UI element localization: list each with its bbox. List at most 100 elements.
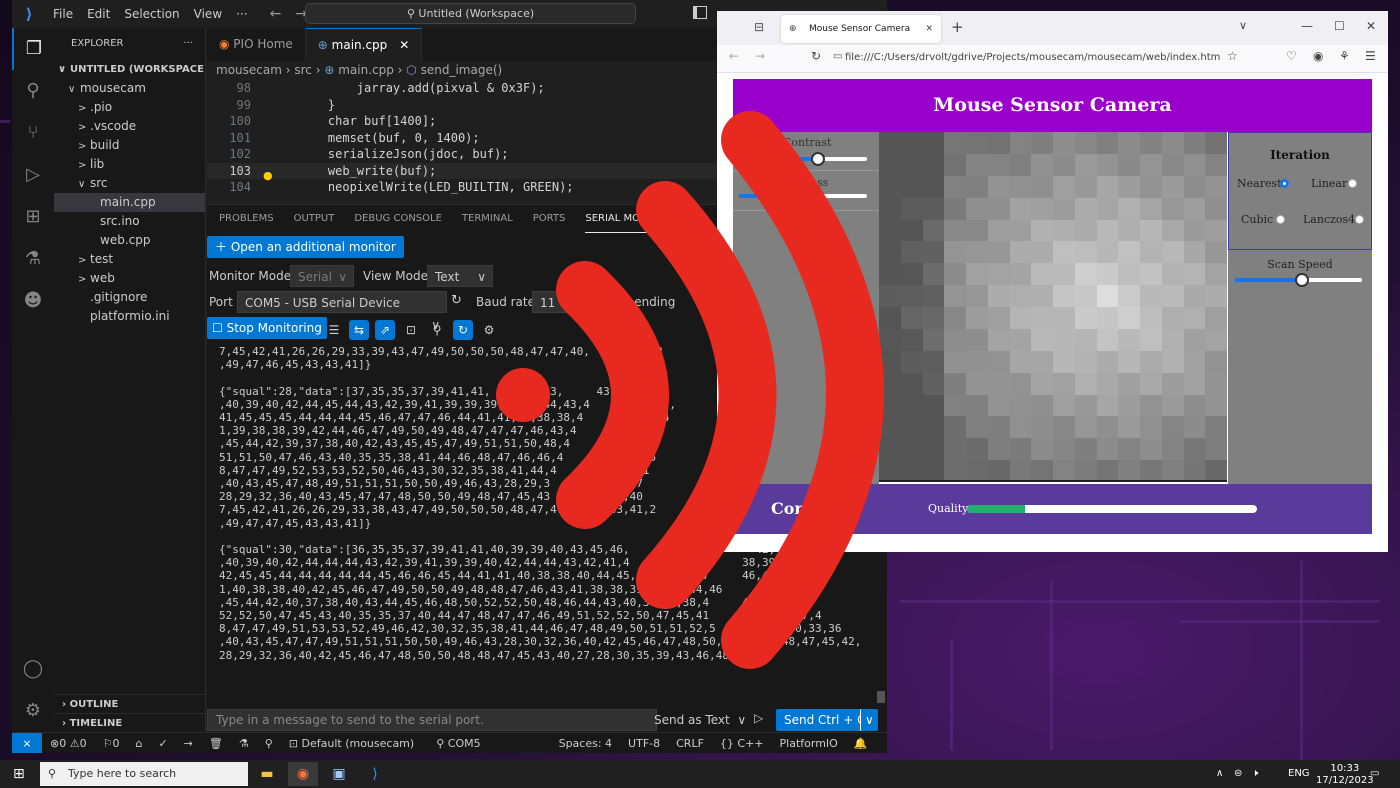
stop-monitoring-button[interactable]: ☐ Stop Monitoring [207, 317, 327, 339]
tree-item[interactable]: platformio.ini [54, 307, 205, 326]
scan-speed-slider-thumb[interactable] [1294, 273, 1309, 287]
pio-upload-icon[interactable]: → [176, 737, 201, 750]
tree-item[interactable]: main.cpp [54, 193, 205, 212]
tree-item[interactable]: > test [54, 250, 205, 269]
terminal-mode-icon[interactable]: ⊡ [401, 320, 421, 340]
menu-edit[interactable]: Edit [80, 7, 117, 21]
timeline-section[interactable]: › TIMELINE [54, 713, 206, 732]
pio-env-status[interactable]: ⊡ Default (mousecam) [281, 737, 422, 750]
tree-item[interactable]: > .vscode [54, 117, 205, 136]
settings-gear-icon[interactable]: ⚙ [12, 690, 54, 732]
language-status[interactable]: {} C++ [712, 737, 772, 750]
search-icon[interactable]: ⚲ [12, 70, 54, 112]
close-tab-icon[interactable]: ✕ [925, 15, 933, 43]
radio-nearest[interactable] [1280, 179, 1289, 188]
list-tabs-icon[interactable]: ∨ [1239, 19, 1247, 32]
refresh-icon[interactable]: ↻ [451, 293, 462, 308]
command-center[interactable]: ⚲ Untitled (Workspace) [305, 3, 636, 24]
panel-tab[interactable]: SERIAL MONITOR [585, 205, 672, 233]
file-explorer-icon[interactable]: ▬ [252, 762, 282, 786]
lightbulb-icon[interactable]: ● [263, 169, 273, 182]
tray-overflow-icon[interactable]: ∧ [1216, 760, 1223, 788]
send-message-input[interactable]: Type in a message to send to the serial … [207, 709, 657, 731]
radio-lanczos4[interactable] [1355, 215, 1364, 224]
close-window-icon[interactable]: ✕ [1366, 19, 1376, 33]
account-icon[interactable]: ◉ [1313, 49, 1323, 63]
back-icon[interactable]: ← [729, 49, 739, 63]
toggle-sidebar-icon[interactable] [693, 6, 707, 19]
tree-item[interactable]: > lib [54, 155, 205, 174]
monitor-settings-icon[interactable]: ⚙ [479, 320, 499, 340]
tree-item[interactable]: ∨ src [54, 174, 205, 193]
toggle-autoscroll-icon[interactable]: ⇗ [375, 320, 395, 340]
tab-overview-icon[interactable]: ⊟ [754, 20, 764, 34]
outline-section[interactable]: › OUTLINE [54, 694, 206, 713]
extensions-icon[interactable]: ⊞ [12, 196, 54, 238]
problems-status[interactable]: ⊗0 ⚠0 [42, 737, 95, 750]
vscode-taskbar-icon[interactable]: ⟩ [360, 762, 390, 786]
testing-icon[interactable]: ⚗ [12, 238, 54, 280]
panel-tab[interactable]: PROBLEMS [219, 205, 274, 233]
send-as-select[interactable]: Send as Text ∨ [654, 713, 746, 727]
reconnect-icon[interactable]: ↻ [453, 320, 473, 340]
tray-clock[interactable]: 10:33 17/12/2023 [1316, 763, 1374, 787]
pio-monitor-icon[interactable]: ⚲ [257, 737, 281, 750]
windows-start-icon[interactable]: ⊞ [13, 766, 25, 782]
run-debug-icon[interactable]: ▷ [12, 154, 54, 196]
brightness-slider[interactable] [739, 194, 867, 198]
maximize-icon[interactable]: ☐ [1334, 19, 1345, 33]
platformio-icon[interactable]: ☻ [12, 280, 54, 322]
minimize-icon[interactable]: — [1301, 19, 1313, 33]
baud-rate-select[interactable]: 11 [532, 291, 572, 313]
bookmark-star-icon[interactable]: ☆ [1227, 49, 1238, 63]
tree-item[interactable]: > web [54, 269, 205, 288]
contrast-slider-thumb[interactable] [811, 152, 826, 166]
toggle-timestamp-icon[interactable]: ⇆ [349, 320, 369, 340]
ports-status[interactable]: ⚐0 [95, 737, 128, 750]
menu-view[interactable]: View [187, 7, 229, 21]
address-input[interactable]: file:///C:/Users/drvolt/gdrive/Projects/… [845, 46, 1245, 70]
radio-cubic[interactable] [1276, 215, 1285, 224]
panel-scrollbar[interactable] [877, 691, 885, 703]
source-control-icon[interactable]: ⑂ [12, 112, 54, 154]
back-arrow-icon[interactable]: ← [263, 6, 289, 22]
scan-speed-slider[interactable] [1234, 273, 1362, 287]
more-actions-icon[interactable]: ··· [183, 28, 193, 60]
panel-tab[interactable]: TERMINAL [462, 205, 513, 233]
tray-network-icon[interactable]: ⊜ [1234, 760, 1242, 788]
clear-output-icon[interactable]: ☰ [324, 320, 344, 340]
indentation-status[interactable]: Spaces: 4 [551, 737, 620, 750]
pio-home-icon[interactable]: ⌂ [127, 737, 150, 750]
pocket-icon[interactable]: ♡ [1286, 49, 1297, 63]
menu-hamburger-icon[interactable]: ☰ [1365, 49, 1376, 63]
extensions-icon[interactable]: ⚘ [1339, 49, 1350, 63]
view-mode-select[interactable]: Text ∨ [427, 265, 493, 287]
forward-icon[interactable]: → [755, 49, 765, 63]
eol-status[interactable]: CRLF [668, 737, 712, 750]
pio-build-icon[interactable]: ✓ [150, 737, 175, 750]
menu-file[interactable]: File [46, 7, 80, 21]
tree-item[interactable]: ∨ mousecam [54, 79, 205, 98]
workspace-root[interactable]: ∨ UNTITLED (WORKSPACE) [54, 60, 205, 79]
taskbar-search-input[interactable]: ⚲ Type here to search [40, 762, 248, 786]
tree-item[interactable]: web.cpp [54, 231, 205, 250]
panel-tab[interactable]: DEBUG CONSOLE [354, 205, 442, 233]
tree-item[interactable]: > build [54, 136, 205, 155]
send-arrow-icon[interactable]: ▷ [754, 711, 763, 725]
pio-clean-icon[interactable]: 🗑 [201, 737, 231, 750]
tray-lang[interactable]: ENG [1288, 760, 1310, 788]
pio-port-status[interactable]: ⚲ COM5 [428, 737, 488, 750]
platformio-status[interactable]: PlatformIO [772, 737, 846, 750]
panel-tab[interactable]: OUTPUT [294, 205, 335, 233]
contrast-slider[interactable] [739, 152, 867, 166]
menu-more[interactable]: ··· [229, 7, 254, 21]
remote-desktop-icon[interactable]: ▣ [324, 762, 354, 786]
close-icon[interactable]: ✕ [399, 38, 409, 52]
pio-test-icon[interactable]: ⚗ [231, 737, 257, 750]
port-select[interactable]: COM5 - USB Serial Device (COM5)∨ [237, 291, 447, 332]
firefox-icon[interactable]: ◉ [288, 762, 318, 786]
encoding-status[interactable]: UTF-8 [620, 737, 668, 750]
notifications-bell-icon[interactable]: 🔔 [846, 737, 876, 750]
remote-icon[interactable]: ⨯ [12, 732, 42, 753]
menu-selection[interactable]: Selection [117, 7, 186, 21]
